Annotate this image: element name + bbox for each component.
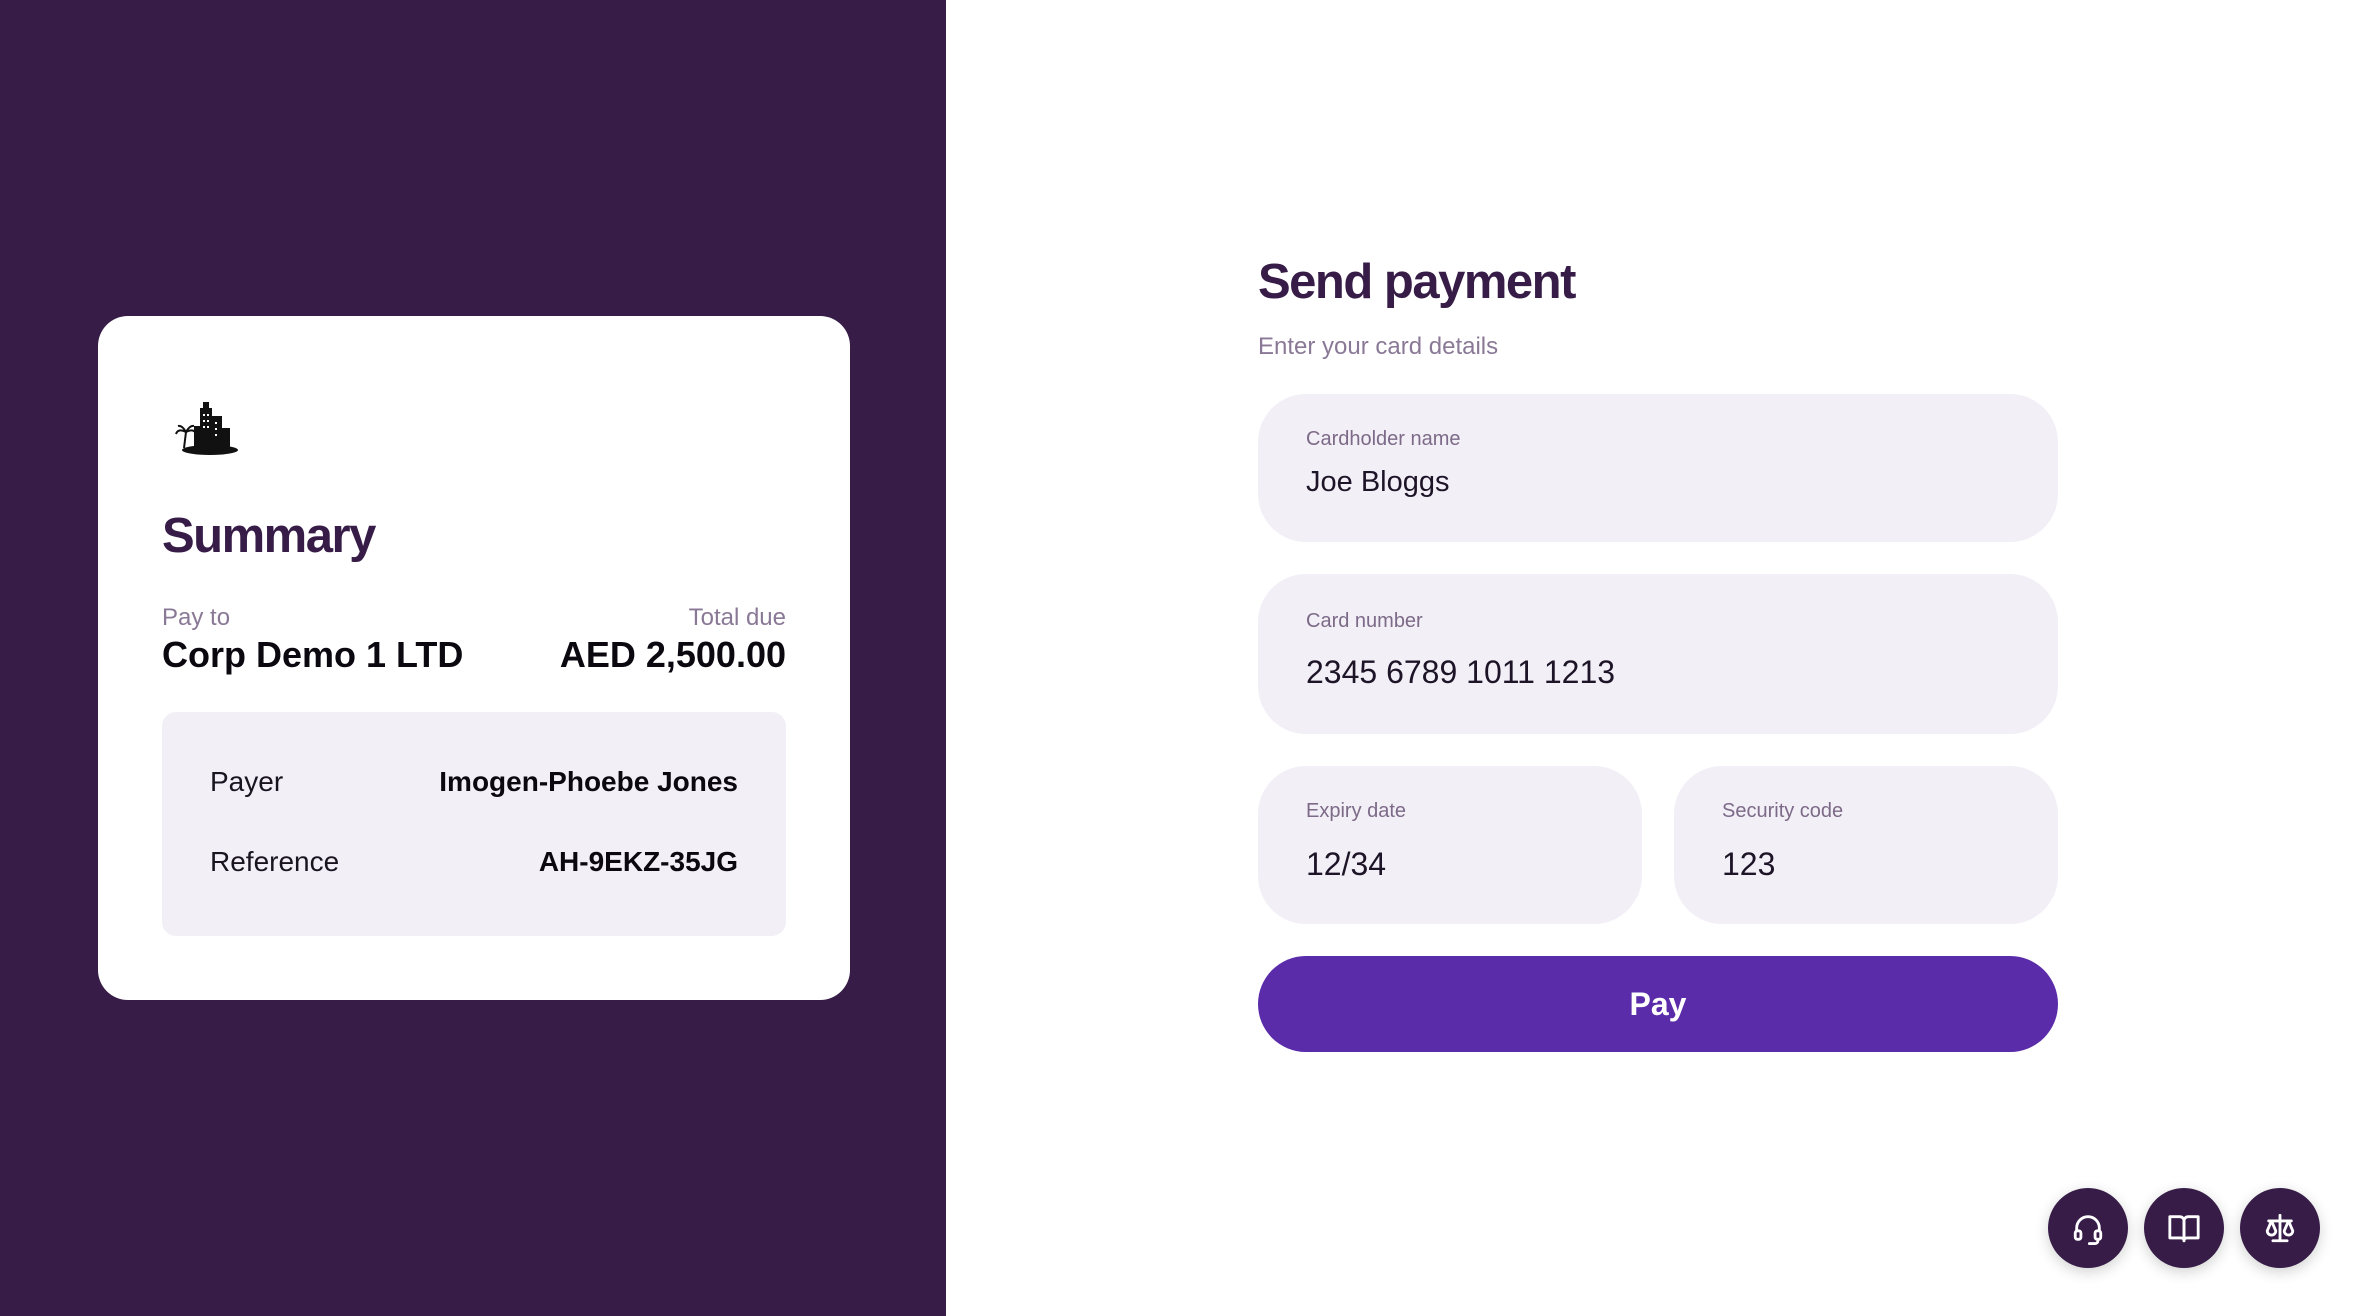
total-due-value: AED 2,500.00 — [559, 634, 786, 675]
book-icon — [2168, 1215, 2200, 1243]
cardholder-name-label: Cardholder name — [1306, 428, 1461, 450]
detail-label: Reference — [210, 846, 340, 877]
total-due-label: Total due — [688, 604, 786, 631]
summary-title: Summary — [162, 509, 376, 563]
card-number-label: Card number — [1306, 610, 1423, 632]
expiry-date-value[interactable]: 12/34 — [1306, 846, 1386, 883]
card-number-value[interactable]: 2345 6789 1011 1213 — [1306, 654, 1615, 691]
cardholder-name-value[interactable]: Joe Bloggs — [1306, 466, 1450, 499]
pay-button[interactable]: Pay — [1258, 956, 2058, 1052]
support-button[interactable] — [2048, 1188, 2128, 1268]
expiry-date-field[interactable]: Expiry date 12/34 — [1258, 766, 1642, 924]
pay-to-value: Corp Demo 1 LTD — [162, 634, 464, 675]
summary-panel: Summary Pay to Corp Demo 1 LTD Total due… — [0, 0, 946, 1316]
payment-details-box: Payer Imogen-Phoebe Jones Reference AH-9… — [162, 712, 786, 936]
detail-row-payer: Payer Imogen-Phoebe Jones — [210, 766, 738, 798]
headset-icon — [2073, 1215, 2103, 1245]
buildings-logo-icon — [174, 398, 238, 458]
security-code-field[interactable]: Security code 123 — [1674, 766, 2058, 924]
legal-button[interactable] — [2240, 1188, 2320, 1268]
payment-page: Summary Pay to Corp Demo 1 LTD Total due… — [0, 0, 2368, 1316]
detail-label: Payer — [210, 766, 284, 797]
detail-value: AH-9EKZ-35JG — [538, 846, 738, 877]
pay-to-label: Pay to — [162, 604, 231, 631]
summary-card: Summary Pay to Corp Demo 1 LTD Total due… — [98, 316, 850, 1000]
security-code-value[interactable]: 123 — [1722, 846, 1775, 883]
form-subtitle: Enter your card details — [1258, 333, 1499, 360]
detail-row-reference: Reference AH-9EKZ-35JG — [210, 846, 738, 878]
cardholder-name-field[interactable]: Cardholder name Joe Bloggs — [1258, 394, 2058, 542]
card-number-field[interactable]: Card number 2345 6789 1011 1213 — [1258, 574, 2058, 734]
docs-button[interactable] — [2144, 1188, 2224, 1268]
expiry-date-label: Expiry date — [1306, 800, 1407, 822]
detail-value: Imogen-Phoebe Jones — [439, 766, 738, 797]
form-title: Send payment — [1258, 255, 1576, 309]
scales-icon — [2265, 1213, 2295, 1243]
security-code-label: Security code — [1722, 800, 1844, 822]
